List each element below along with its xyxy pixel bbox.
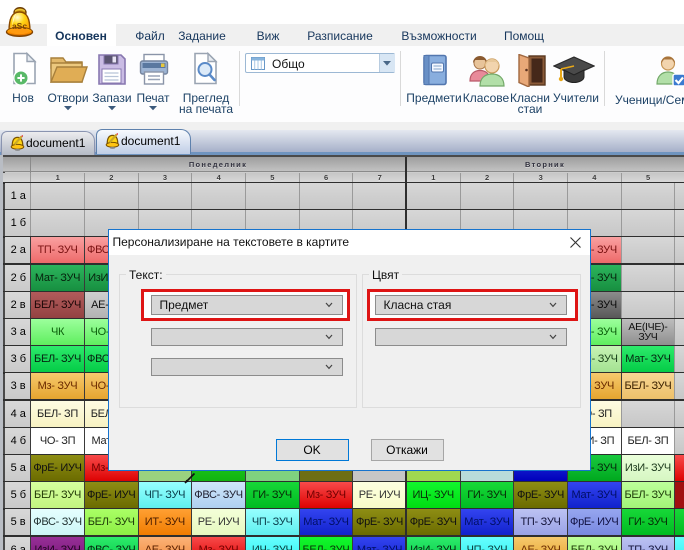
svg-text:aSc: aSc bbox=[12, 21, 27, 31]
